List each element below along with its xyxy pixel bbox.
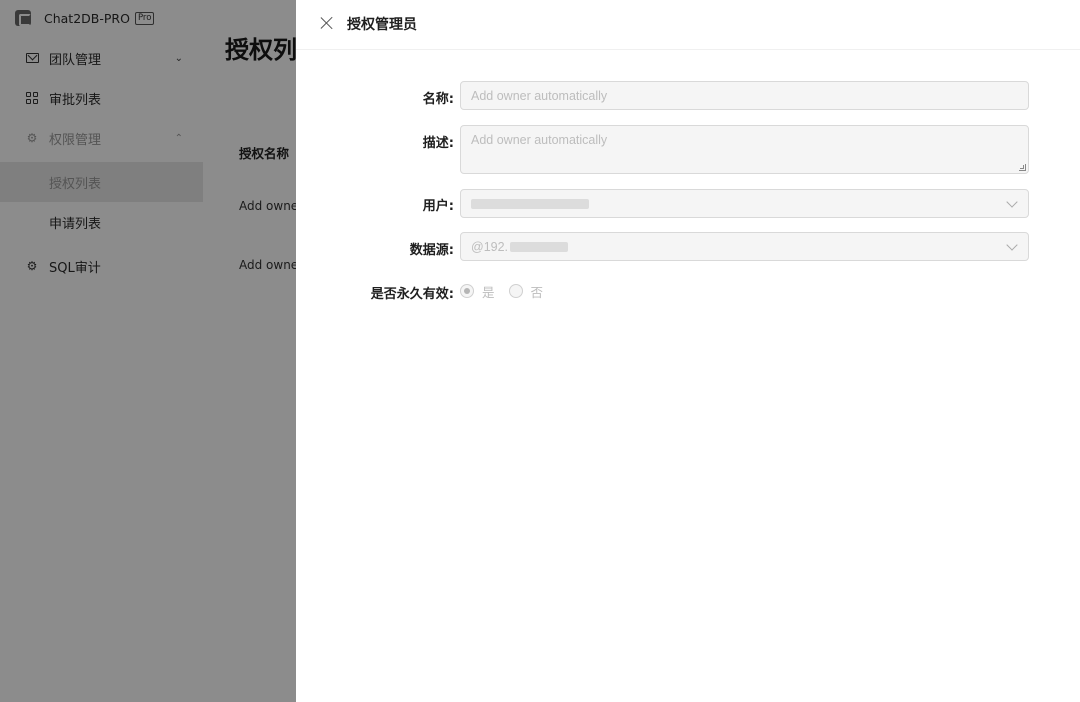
close-icon[interactable] [318,14,336,32]
user-label: 用户: [422,199,454,214]
datasource-value: @192. [471,239,509,254]
drawer-header: 授权管理员 [296,0,1080,50]
description-label: 描述: [422,136,454,151]
resize-handle-icon[interactable] [1019,164,1026,171]
radio-yes[interactable] [460,284,474,298]
chevron-down-icon [1006,239,1018,251]
name-label: 名称: [422,92,454,107]
datasource-label: 数据源: [409,243,454,258]
radio-yes-label[interactable]: 是 [482,282,495,301]
name-input[interactable]: Add owner automatically [460,81,1029,110]
description-textarea[interactable]: Add owner automatically [460,125,1029,174]
permanent-label: 是否永久有效: [370,287,454,302]
redacted-ip-value [510,241,569,252]
datasource-select[interactable]: @192. [460,232,1029,261]
drawer-title: 授权管理员 [347,17,417,33]
radio-no[interactable] [508,284,523,298]
permanent-radio-group: 是 否 [460,282,557,301]
description-placeholder: Add owner automatically [471,133,608,147]
chevron-down-icon [1006,196,1018,208]
radio-no-label[interactable]: 否 [531,282,544,301]
redacted-user-value [471,198,589,209]
authorize-admin-drawer: 授权管理员 名称: Add owner automatically 描述: Ad… [296,0,1080,702]
user-select[interactable] [460,189,1029,218]
name-placeholder: Add owner automatically [471,88,608,103]
